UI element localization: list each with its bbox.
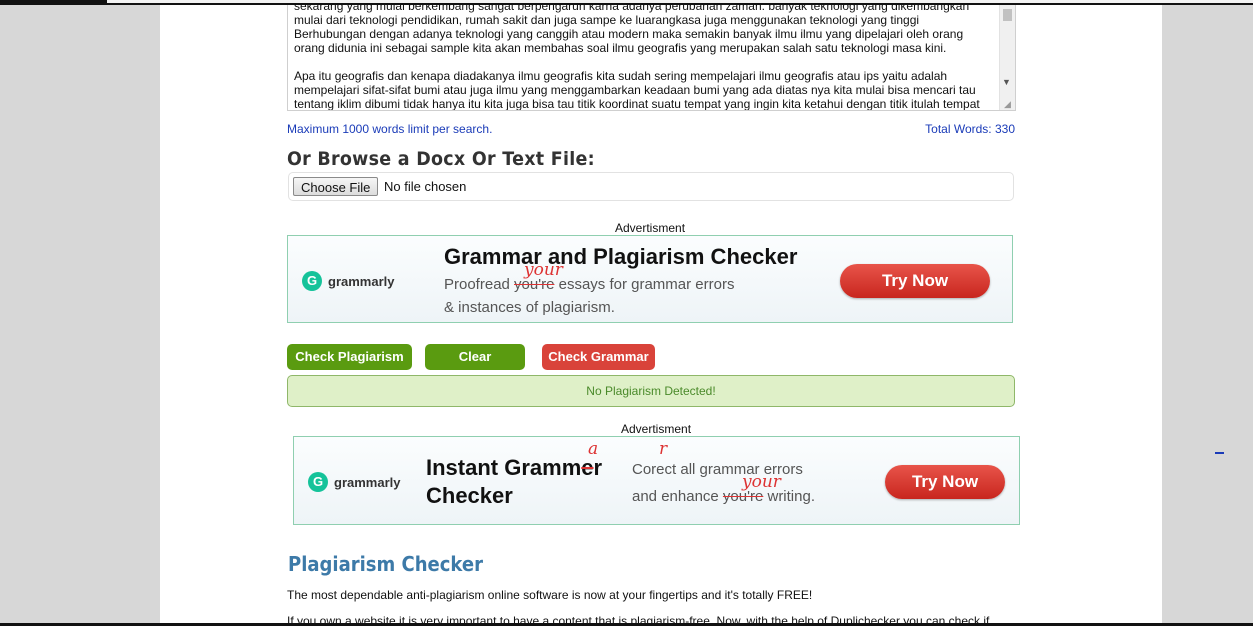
ad1-sub-post: essays for grammar errors (554, 276, 735, 293)
ad-label-2: Advertisment (621, 422, 692, 436)
check-plagiarism-button[interactable]: Check Plagiarism (287, 344, 412, 370)
ad2-title-pre: Instant Gramm (426, 455, 582, 480)
grammarly-logo: G grammarly (302, 271, 394, 291)
grammarly-wordmark-2: grammarly (334, 474, 401, 490)
try-now-button-2[interactable]: Try Now (885, 465, 1005, 499)
ad1-title: Grammar and Plagiarism Checker (444, 244, 798, 269)
word-limit-note: Maximum 1000 words limit per search. (287, 122, 493, 136)
ad2-sub-correction-r: r (659, 439, 668, 459)
browse-file-heading: Or Browse a Docx Or Text File: (287, 148, 595, 170)
grammarly-wordmark: grammarly (328, 273, 395, 289)
ad2-sub-post: all grammar errors (676, 461, 803, 478)
scroll-down-arrow-icon[interactable]: ▼ (1002, 78, 1011, 87)
ad2-sub-correction: your (742, 472, 781, 492)
grammarly-logo-2: G grammarly (308, 472, 400, 492)
file-upload-field: Choose File No file chosen (288, 172, 1014, 201)
scrollbar-thumb[interactable] (1003, 9, 1012, 21)
grammarly-ad-banner-2[interactable]: G grammarly Instant Grammer Checker a Co… (293, 436, 1020, 525)
top-light-strip (107, 0, 1253, 3)
clear-button[interactable]: Clear (425, 344, 525, 370)
plagiarism-checker-heading: Plagiarism Checker (288, 552, 483, 576)
ad2-sub-line2-pre: and enhance (632, 488, 723, 505)
choose-file-button[interactable]: Choose File (293, 177, 379, 196)
intro-paragraph-2: If you own a website it is very importan… (287, 614, 990, 623)
textarea-scrollbar[interactable]: ▼ ◢ (999, 5, 1015, 110)
textarea-content: sekarang yang mulai berkembang sangat be… (294, 5, 994, 111)
ad1-correction: your (524, 260, 563, 280)
ad-label-1: Advertisment (615, 221, 686, 235)
plagiarism-result-box: No Plagiarism Detected! (287, 375, 1015, 407)
page-content: sekarang yang mulai berkembang sangat be… (160, 5, 1162, 623)
ad1-subtitle: Proofread you're essays for grammar erro… (444, 273, 734, 319)
grammarly-ad-banner-1[interactable]: G grammarly Grammar and Plagiarism Check… (287, 235, 1013, 323)
ad1-sub-line2: & instances of plagiarism. (444, 299, 615, 316)
ad2-subtitle: Corect all grammar errors and enhance yo… (632, 456, 815, 510)
resize-grip-icon[interactable]: ◢ (1004, 100, 1011, 109)
check-grammar-button[interactable]: Check Grammar (542, 344, 655, 370)
grammarly-g-icon-2: G (308, 472, 328, 492)
side-dash-mark (1215, 452, 1224, 454)
grammarly-g-icon: G (302, 271, 322, 291)
total-words-count: Total Words: 330 (925, 122, 1015, 136)
ad2-title-line2: Checker (426, 483, 513, 508)
ad1-sub-pre: Proofread (444, 276, 515, 293)
ad2-sub-pre: Corect (632, 461, 677, 478)
try-now-button-1[interactable]: Try Now (840, 264, 990, 298)
ad2-title-correction: a (588, 439, 599, 459)
text-input-area[interactable]: sekarang yang mulai berkembang sangat be… (287, 5, 1016, 111)
textarea-paragraph-2: Apa itu geografis dan kenapa diadakanya … (294, 69, 980, 111)
ad2-title: Instant Grammer Checker (426, 454, 602, 510)
intro-paragraph: The most dependable anti-plagiarism onli… (287, 588, 813, 602)
no-file-chosen-label: No file chosen (384, 179, 467, 194)
textarea-paragraph-1: sekarang yang mulai berkembang sangat be… (294, 5, 970, 55)
